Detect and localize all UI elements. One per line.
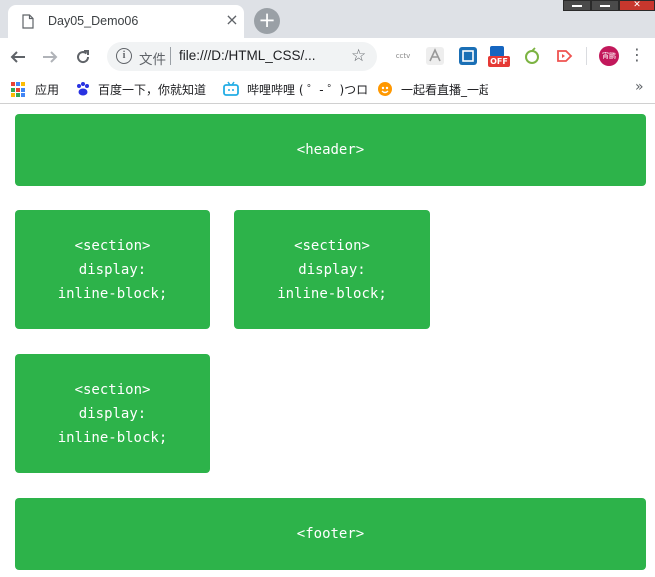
url-text[interactable]: file:///D:/HTML_CSS/... (179, 48, 316, 63)
forward-button[interactable] (37, 44, 63, 70)
more-bookmarks-icon[interactable]: » (635, 79, 644, 95)
play-extension-icon[interactable] (555, 47, 573, 65)
maximize-icon (600, 5, 610, 7)
minimize-button[interactable] (563, 0, 591, 11)
tab-strip: Day05_Demo06 × + ✕ (0, 0, 655, 38)
section-display-line: display: (78, 405, 147, 422)
section-display-line: display: (298, 261, 366, 278)
minimize-icon (572, 5, 582, 7)
bookmark-apps[interactable]: 应用 (35, 81, 59, 98)
off-badge: OFF (488, 56, 510, 67)
page-viewport: <header> <section> display: inline-block… (0, 104, 655, 577)
baidu-paw-icon (77, 82, 89, 96)
close-icon: ✕ (633, 0, 641, 10)
section-box: <section> display: inline-block; (15, 354, 210, 473)
forward-arrow-icon (43, 51, 58, 63)
bilibili-tv-icon (223, 81, 239, 96)
address-bar[interactable]: i 文件 file:///D:/HTML_CSS/... (107, 42, 377, 71)
header-label: <header> (296, 142, 365, 158)
avatar[interactable]: 宵鹏 (599, 46, 619, 66)
bookmark-live[interactable]: 一起看直播_一起看精 (401, 81, 488, 98)
toolbar-divider (586, 47, 587, 65)
section-box: <section> display: inline-block; (234, 210, 430, 329)
section-display-line: display: (78, 261, 147, 278)
leaf-extension-icon[interactable] (523, 47, 541, 65)
footer-box: <footer> (15, 498, 646, 570)
address-divider (170, 47, 171, 65)
live-stream-icon (378, 82, 392, 96)
off-extension-icon[interactable]: OFF (488, 46, 510, 68)
apps-grid-icon[interactable] (11, 82, 27, 98)
cctv-extension-icon[interactable]: cctv (393, 47, 413, 65)
bookmarks-bar: 应用 百度一下，你就知道 哔哩哔哩 ( ゜- ゜)つロ 一起看直播_一起看精 » (0, 75, 655, 104)
bookmark-baidu[interactable]: 百度一下，你就知道 (98, 81, 206, 98)
bookmark-bilibili[interactable]: 哔哩哔哩 ( ゜- ゜)つロ (247, 81, 368, 98)
maximize-button[interactable] (591, 0, 619, 11)
section-value-line: inline-block; (57, 429, 168, 446)
scheme-label: 文件 (139, 52, 166, 68)
app-extension-icon[interactable] (459, 47, 477, 65)
new-tab-button[interactable]: + (254, 8, 280, 34)
pdf-extension-icon[interactable] (426, 47, 444, 65)
document-icon (22, 14, 34, 29)
toolbar: i 文件 file:///D:/HTML_CSS/... ☆ cctv OFF … (0, 38, 655, 75)
header-box: <header> (15, 114, 646, 186)
section-tag: <section> (74, 237, 151, 254)
section-box: <section> display: inline-block; (15, 210, 210, 329)
close-window-button[interactable]: ✕ (619, 0, 655, 11)
section-value-line: inline-block; (57, 285, 168, 302)
reload-icon (77, 50, 90, 64)
section-value-line: inline-block; (277, 285, 387, 302)
tab-close-icon[interactable]: × (223, 11, 241, 29)
browser-tab[interactable]: Day05_Demo06 × (8, 5, 244, 38)
tab-title: Day05_Demo06 (48, 14, 139, 28)
info-icon[interactable]: i (116, 48, 132, 64)
menu-kebab-icon[interactable]: ⋮ (629, 46, 645, 64)
section-tag: <section> (74, 381, 151, 398)
reload-button[interactable] (70, 44, 96, 70)
footer-label: <footer> (296, 526, 365, 542)
back-button[interactable] (5, 44, 31, 70)
section-tag: <section> (294, 237, 370, 254)
bookmark-star-icon[interactable]: ☆ (351, 46, 366, 66)
back-arrow-icon (10, 51, 25, 63)
